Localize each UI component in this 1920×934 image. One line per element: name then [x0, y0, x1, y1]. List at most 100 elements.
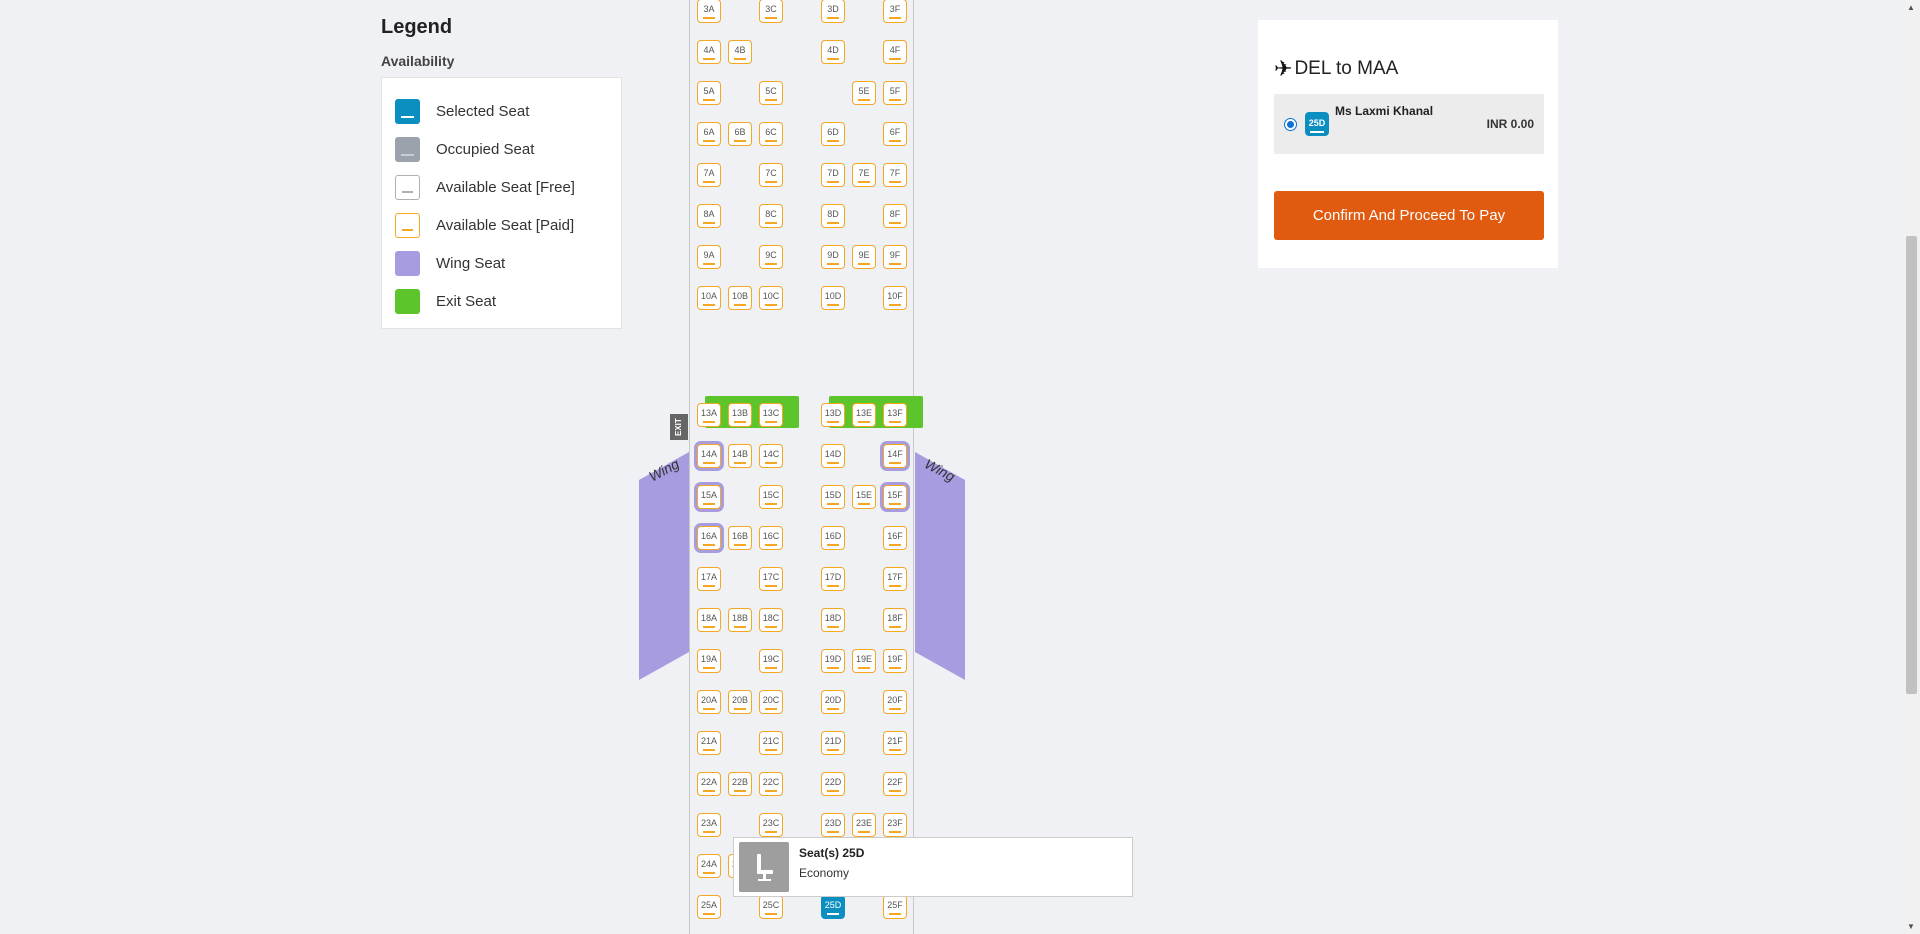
seat-22d[interactable]: 22D — [821, 772, 845, 796]
seat-8d[interactable]: 8D — [821, 204, 845, 228]
seat-17c[interactable]: 17C — [759, 567, 783, 591]
seat-13e[interactable]: 13E — [852, 403, 876, 427]
seat-4f[interactable]: 4F — [883, 40, 907, 64]
seat-15f[interactable]: 15F — [883, 485, 907, 509]
seat-19e[interactable]: 19E — [852, 649, 876, 673]
seat-17d[interactable]: 17D — [821, 567, 845, 591]
seat-6a[interactable]: 6A — [697, 122, 721, 146]
seat-15a[interactable]: 15A — [697, 485, 721, 509]
seat-9c[interactable]: 9C — [759, 245, 783, 269]
seat-20f[interactable]: 20F — [883, 690, 907, 714]
seat-18a[interactable]: 18A — [697, 608, 721, 632]
seat-22f[interactable]: 22F — [883, 772, 907, 796]
seat-21d[interactable]: 21D — [821, 731, 845, 755]
seat-9f[interactable]: 9F — [883, 245, 907, 269]
seat-19c[interactable]: 19C — [759, 649, 783, 673]
seat-13a[interactable]: 13A — [697, 403, 721, 427]
seat-14c[interactable]: 14C — [759, 444, 783, 468]
seat-20d[interactable]: 20D — [821, 690, 845, 714]
seat-22c[interactable]: 22C — [759, 772, 783, 796]
seat-10c[interactable]: 10C — [759, 286, 783, 310]
seat-25f[interactable]: 25F — [883, 895, 907, 919]
scroll-down-icon[interactable]: ▼ — [1907, 922, 1915, 931]
seat-13b[interactable]: 13B — [728, 403, 752, 427]
seat-13c[interactable]: 13C — [759, 403, 783, 427]
seat-23c[interactable]: 23C — [759, 813, 783, 837]
seat-20a[interactable]: 20A — [697, 690, 721, 714]
seat-18b[interactable]: 18B — [728, 608, 752, 632]
seat-7e[interactable]: 7E — [852, 163, 876, 187]
seat-7a[interactable]: 7A — [697, 163, 721, 187]
seat-15e[interactable]: 15E — [852, 485, 876, 509]
seat-8f[interactable]: 8F — [883, 204, 907, 228]
seat-4a[interactable]: 4A — [697, 40, 721, 64]
passenger-radio[interactable] — [1284, 117, 1297, 131]
seat-16f[interactable]: 16F — [883, 526, 907, 550]
seat-3d[interactable]: 3D — [821, 0, 845, 23]
confirm-proceed-button[interactable]: Confirm And Proceed To Pay — [1274, 191, 1544, 240]
seat-13d[interactable]: 13D — [821, 403, 845, 427]
seat-20b[interactable]: 20B — [728, 690, 752, 714]
seat-18d[interactable]: 18D — [821, 608, 845, 632]
seat-23e[interactable]: 23E — [852, 813, 876, 837]
seat-3c[interactable]: 3C — [759, 0, 783, 23]
seat-9e[interactable]: 9E — [852, 245, 876, 269]
seat-19f[interactable]: 19F — [883, 649, 907, 673]
seat-16d[interactable]: 16D — [821, 526, 845, 550]
seat-6c[interactable]: 6C — [759, 122, 783, 146]
seat-23d[interactable]: 23D — [821, 813, 845, 837]
seat-10b[interactable]: 10B — [728, 286, 752, 310]
seat-21c[interactable]: 21C — [759, 731, 783, 755]
seat-16c[interactable]: 16C — [759, 526, 783, 550]
seat-4b[interactable]: 4B — [728, 40, 752, 64]
seat-25d[interactable]: 25D — [821, 895, 845, 919]
seat-7f[interactable]: 7F — [883, 163, 907, 187]
seat-5e[interactable]: 5E — [852, 81, 876, 105]
seat-6b[interactable]: 6B — [728, 122, 752, 146]
seat-21f[interactable]: 21F — [883, 731, 907, 755]
seat-14d[interactable]: 14D — [821, 444, 845, 468]
passenger-row[interactable]: 25D Ms Laxmi Khanal INR 0.00 — [1274, 94, 1544, 154]
seat-5f[interactable]: 5F — [883, 81, 907, 105]
seat-5c[interactable]: 5C — [759, 81, 783, 105]
seat-19a[interactable]: 19A — [697, 649, 721, 673]
seat-8a[interactable]: 8A — [697, 204, 721, 228]
seat-19d[interactable]: 19D — [821, 649, 845, 673]
seat-18f[interactable]: 18F — [883, 608, 907, 632]
page-scrollbar[interactable]: ▲ ▼ — [1903, 0, 1920, 934]
seat-23a[interactable]: 23A — [697, 813, 721, 837]
seat-24a[interactable]: 24A — [697, 854, 721, 878]
seat-15d[interactable]: 15D — [821, 485, 845, 509]
seat-14b[interactable]: 14B — [728, 444, 752, 468]
seat-4d[interactable]: 4D — [821, 40, 845, 64]
seat-25c[interactable]: 25C — [759, 895, 783, 919]
seat-9d[interactable]: 9D — [821, 245, 845, 269]
seat-21a[interactable]: 21A — [697, 731, 721, 755]
seat-16b[interactable]: 16B — [728, 526, 752, 550]
seat-7d[interactable]: 7D — [821, 163, 845, 187]
seat-20c[interactable]: 20C — [759, 690, 783, 714]
seat-6d[interactable]: 6D — [821, 122, 845, 146]
seat-10f[interactable]: 10F — [883, 286, 907, 310]
seat-3a[interactable]: 3A — [697, 0, 721, 23]
seat-15c[interactable]: 15C — [759, 485, 783, 509]
seat-13f[interactable]: 13F — [883, 403, 907, 427]
seat-10a[interactable]: 10A — [697, 286, 721, 310]
seat-25a[interactable]: 25A — [697, 895, 721, 919]
scroll-up-icon[interactable]: ▲ — [1907, 3, 1915, 12]
seat-17f[interactable]: 17F — [883, 567, 907, 591]
seat-23f[interactable]: 23F — [883, 813, 907, 837]
seat-16a[interactable]: 16A — [697, 526, 721, 550]
seat-8c[interactable]: 8C — [759, 204, 783, 228]
seat-14f[interactable]: 14F — [883, 444, 907, 468]
seat-17a[interactable]: 17A — [697, 567, 721, 591]
seat-14a[interactable]: 14A — [697, 444, 721, 468]
scroll-thumb[interactable] — [1906, 236, 1917, 694]
seat-6f[interactable]: 6F — [883, 122, 907, 146]
seat-18c[interactable]: 18C — [759, 608, 783, 632]
seat-5a[interactable]: 5A — [697, 81, 721, 105]
seat-10d[interactable]: 10D — [821, 286, 845, 310]
seat-22a[interactable]: 22A — [697, 772, 721, 796]
seat-3f[interactable]: 3F — [883, 0, 907, 23]
seat-22b[interactable]: 22B — [728, 772, 752, 796]
